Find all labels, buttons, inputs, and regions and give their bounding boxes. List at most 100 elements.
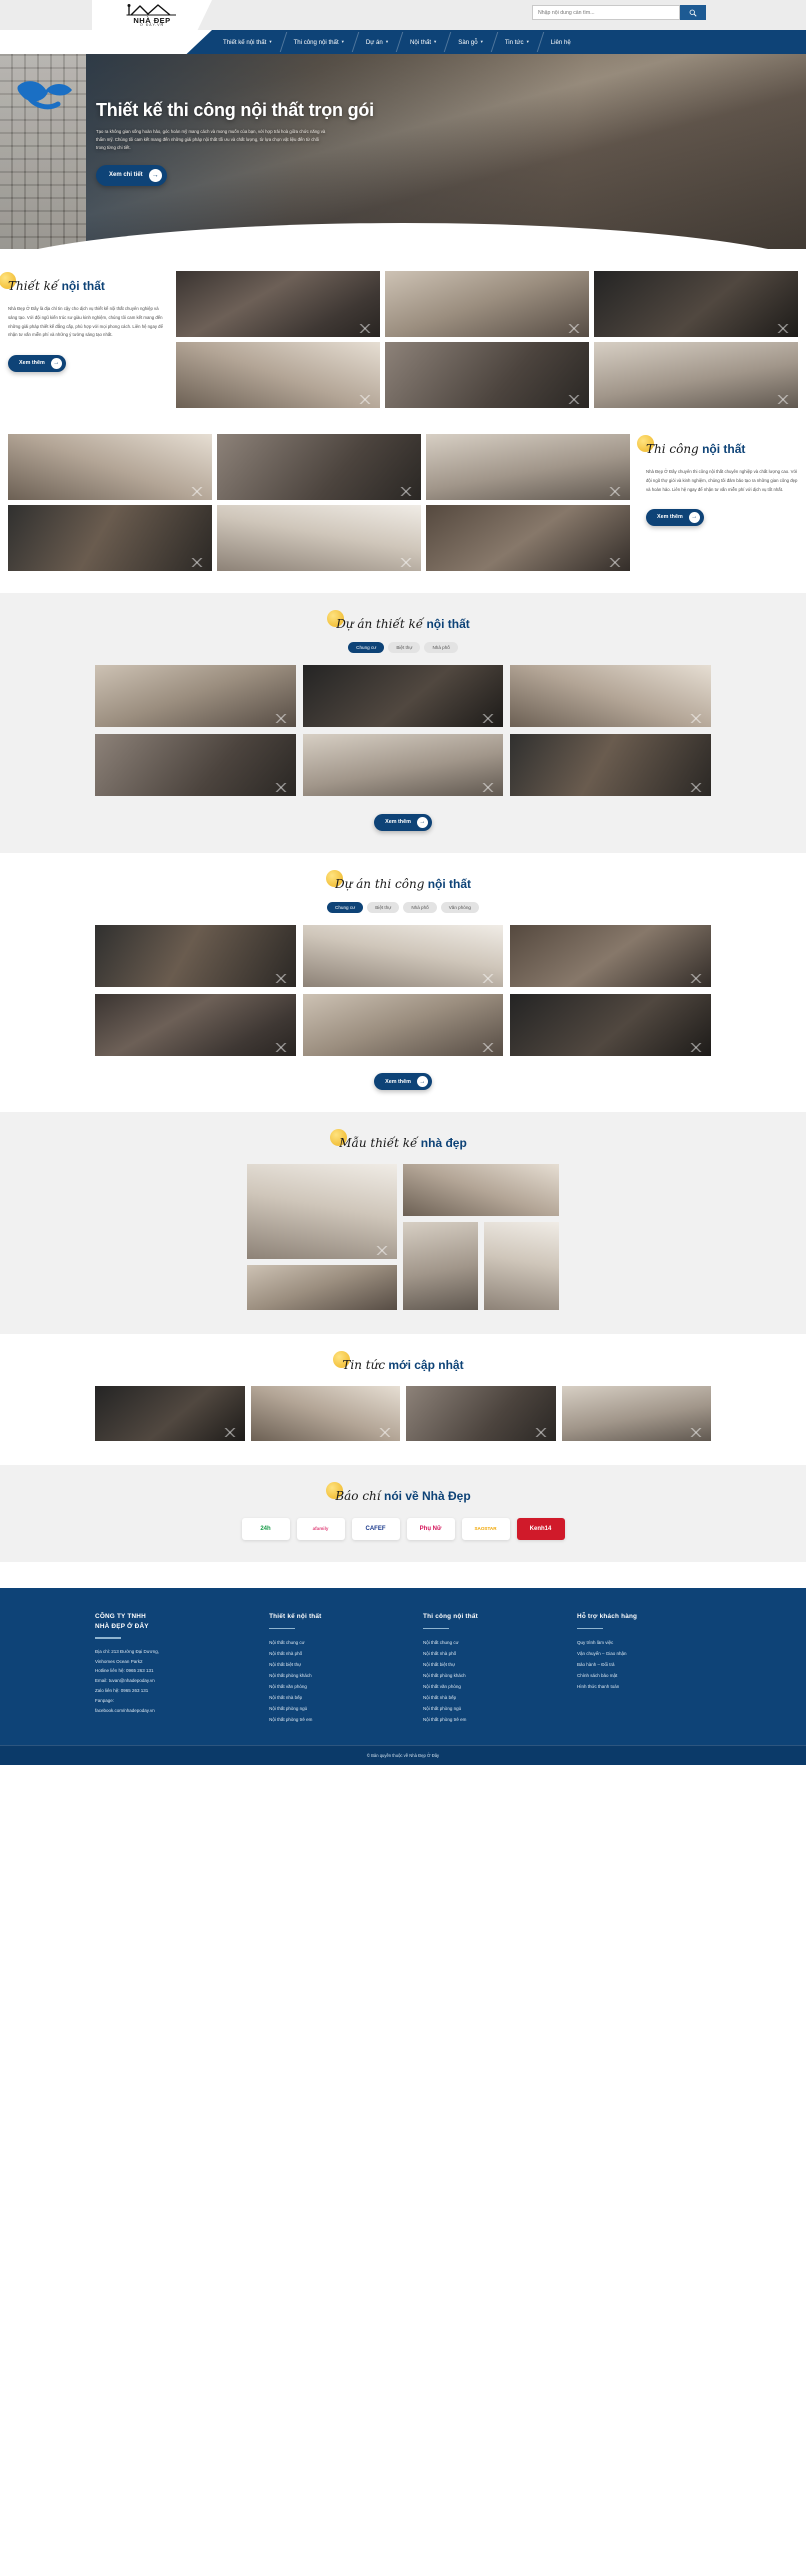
design-thumb-3[interactable] xyxy=(594,271,798,337)
footer-build-link[interactable]: Nội thất biệt thự xyxy=(423,1659,557,1670)
footer-build-link[interactable]: Nội thất phòng khách xyxy=(423,1670,557,1681)
project-build-1[interactable] xyxy=(95,924,296,987)
design-thumb-6[interactable] xyxy=(594,342,798,408)
tab-4[interactable]: Văn phòng xyxy=(440,901,479,913)
nav-item-2[interactable]: Thi công nội thất ▾ xyxy=(283,30,355,54)
build-thumb-5[interactable] xyxy=(217,505,421,571)
design-more-button[interactable]: Xem thêm → xyxy=(8,354,66,372)
project-build-2[interactable] xyxy=(302,924,504,987)
design-thumb-1[interactable] xyxy=(176,271,380,337)
projects-build-more-button[interactable]: Xem thêm → xyxy=(374,1073,432,1090)
footer-build-link[interactable]: Nội thất nhà phố xyxy=(423,1648,557,1659)
tab-2[interactable]: Biệt thự xyxy=(388,642,421,653)
footer-company-line: Email: tuvan@nhadepoday.vn xyxy=(95,1678,155,1684)
project-build-6[interactable] xyxy=(510,993,711,1056)
project-design-4[interactable] xyxy=(95,734,296,796)
nav-item-4[interactable]: Nội thất ▾ xyxy=(399,30,447,54)
project-build-4[interactable] xyxy=(95,993,296,1056)
design-thumb-2[interactable] xyxy=(385,271,589,337)
nav-item-6[interactable]: Tin tức ▾ xyxy=(494,30,540,54)
footer-support-link[interactable]: Bảo hành – Đổi trả xyxy=(577,1659,711,1670)
footer-build-link[interactable]: Nội thất chung cư xyxy=(423,1637,557,1648)
project-design-1[interactable] xyxy=(95,665,296,727)
tab-2[interactable]: Biệt thự xyxy=(367,901,400,913)
project-design-2[interactable] xyxy=(302,665,504,727)
footer-support-link[interactable]: Hình thức thanh toán xyxy=(577,1681,711,1692)
press-logo-afamily[interactable]: afamily xyxy=(296,1518,345,1540)
project-design-5[interactable] xyxy=(302,734,504,796)
news-thumb-2[interactable] xyxy=(250,1386,400,1441)
model-tall-3[interactable] xyxy=(403,1164,559,1216)
tab-1[interactable]: Chung cư xyxy=(327,901,364,913)
nav-item-1[interactable]: Thiết kế nội thất ▾ xyxy=(212,30,283,54)
search-button[interactable] xyxy=(680,5,706,20)
project-build-5[interactable] xyxy=(302,993,504,1056)
footer-company-line: Vinhomes Ocean Park2 xyxy=(95,1658,143,1664)
project-build-3[interactable] xyxy=(510,924,711,987)
news-thumb-4[interactable] xyxy=(561,1386,711,1441)
nav-item-label: Thi công nội thất xyxy=(293,38,339,46)
footer-company-line: facebook.com/nhadepoday.vn xyxy=(95,1707,155,1713)
footer-design-link[interactable]: Nội thất phòng khách xyxy=(269,1670,403,1681)
footer-build-link[interactable]: Nội thất phòng ngủ xyxy=(423,1703,557,1714)
model-large-1[interactable] xyxy=(247,1164,397,1259)
arrow-right-icon: → xyxy=(148,168,162,182)
footer-design-link[interactable]: Nội thất văn phòng xyxy=(269,1681,403,1692)
footer-design-link[interactable]: Nội thất chung cư xyxy=(269,1637,403,1648)
build-thumb-1[interactable] xyxy=(8,434,212,500)
chevron-down-icon: ▾ xyxy=(480,39,483,44)
press-logo-phunu[interactable]: Phụ Nữ xyxy=(406,1518,455,1540)
tab-1[interactable]: Chung cư xyxy=(348,642,385,653)
footer-build-link[interactable]: Nội thất nhà bếp xyxy=(423,1692,557,1703)
press-logo-saostar[interactable]: SAOSTAR xyxy=(461,1518,510,1540)
build-thumb-4[interactable] xyxy=(8,505,212,571)
footer-company-line: Zalo liên hệ: 0965 263 131 xyxy=(95,1688,149,1694)
nav-item-5[interactable]: Sàn gỗ ▾ xyxy=(447,30,494,54)
footer-build-title: Thi công nội thất xyxy=(423,1613,478,1620)
footer-design-link[interactable]: Nội thất phòng ngủ xyxy=(269,1703,403,1714)
footer-design-link[interactable]: Nội thất nhà bếp xyxy=(269,1692,403,1703)
build-thumb-2[interactable] xyxy=(217,434,421,500)
projects-design-more-label: Xem thêm xyxy=(385,819,411,825)
footer-build-link[interactable]: Nội thất phòng trẻ em xyxy=(423,1714,557,1725)
tab-3[interactable]: Nhà phố xyxy=(403,901,437,913)
build-thumb-3[interactable] xyxy=(426,434,630,500)
footer-design-link[interactable]: Nội thất biệt thự xyxy=(269,1659,403,1670)
footer-divider xyxy=(95,1637,121,1639)
footer-build-link[interactable]: Nội thất văn phòng xyxy=(423,1681,557,1692)
news-thumb-1[interactable] xyxy=(95,1386,245,1441)
build-more-button[interactable]: Xem thêm → xyxy=(646,508,704,526)
press-logo-cafef[interactable]: CAFEF xyxy=(351,1518,400,1540)
model-wide-2[interactable] xyxy=(247,1265,397,1310)
site-logo[interactable]: NHÀ ĐẸP Ở ĐÂY.VN xyxy=(92,0,212,30)
tab-3[interactable]: Nhà phố xyxy=(424,642,458,653)
model-wide-5[interactable] xyxy=(484,1222,559,1310)
projects-design-more-button[interactable]: Xem thêm → xyxy=(374,813,432,831)
press-logo-24h[interactable]: 24h xyxy=(241,1518,290,1540)
projects-design-tabs: Chung cư Biệt thự Nhà phố xyxy=(0,642,806,653)
footer-design-link[interactable]: Nội thất phòng trẻ em xyxy=(269,1714,403,1725)
search-bar[interactable] xyxy=(532,5,706,20)
projects-design-headline-script: Dự án thiết kế xyxy=(336,617,424,631)
footer-support-link[interactable]: Quy trình làm việc xyxy=(577,1637,711,1648)
footer-support-link[interactable]: Vận chuyển – Giao nhận xyxy=(577,1648,711,1659)
footer-design-link[interactable]: Nội thất nhà phố xyxy=(269,1648,403,1659)
design-thumb-4[interactable] xyxy=(176,342,380,408)
build-thumb-6[interactable] xyxy=(426,505,630,571)
hero-cta-button[interactable]: Xem chi tiết → xyxy=(96,164,167,186)
design-thumb-5[interactable] xyxy=(385,342,589,408)
arrow-right-icon: → xyxy=(416,816,428,828)
project-design-6[interactable] xyxy=(510,734,711,796)
section-press: Báo chí nói về Nhà Đẹp 24h afamily CAFEF Ph… xyxy=(0,1465,806,1562)
bull-mascot-icon xyxy=(17,81,73,110)
build-body-copy: Nhà Đẹp Ở Đây chuyên thi công nội thất c… xyxy=(646,469,798,492)
model-tall-4[interactable] xyxy=(403,1222,478,1310)
footer-support-link[interactable]: Chính sách bảo mật xyxy=(577,1670,711,1681)
project-design-3[interactable] xyxy=(510,665,711,727)
arrow-right-icon: → xyxy=(50,357,62,369)
nav-item-7[interactable]: Liên hệ xyxy=(540,30,582,54)
news-thumb-3[interactable] xyxy=(406,1386,556,1441)
nav-item-3[interactable]: Dự án ▾ xyxy=(355,30,399,54)
search-input[interactable] xyxy=(532,5,680,20)
press-logo-kenh14[interactable]: Kenh14 xyxy=(516,1518,565,1540)
